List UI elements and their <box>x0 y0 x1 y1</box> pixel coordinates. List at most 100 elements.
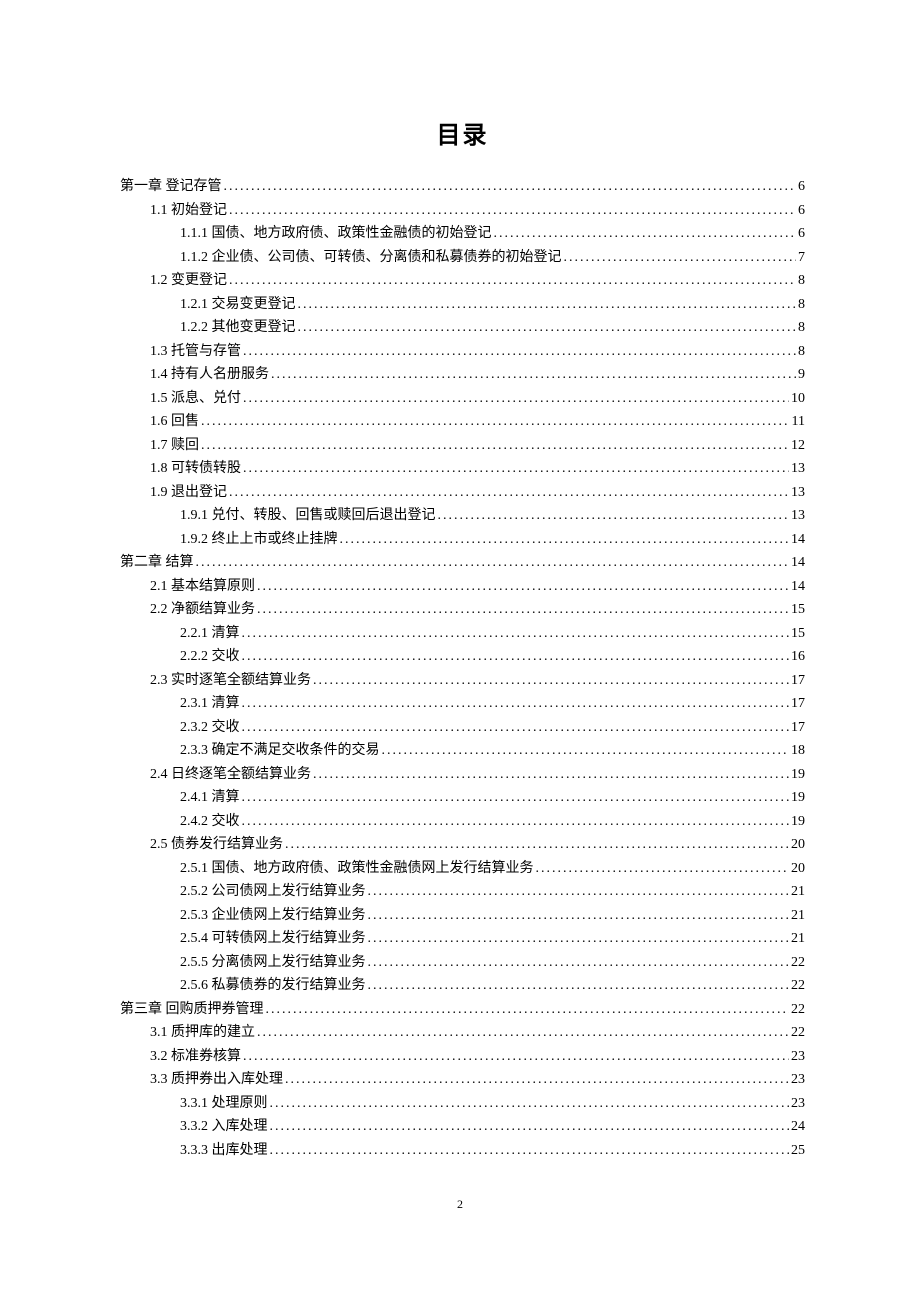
toc-entry[interactable]: 1.6 回售11 <box>120 415 805 429</box>
toc-entry[interactable]: 2.4 日终逐笔全额结算业务19 <box>120 768 805 782</box>
toc-entry-label: 1.1.2 企业债、公司债、可转债、分离债和私募债券的初始登记 <box>180 251 562 265</box>
toc-entry[interactable]: 1.7 赎回12 <box>120 439 805 453</box>
toc-entry-label: 3.2 标准券核算 <box>150 1050 241 1064</box>
toc-entry[interactable]: 2.3.1 清算17 <box>120 697 805 711</box>
toc-entry-page: 19 <box>791 791 805 805</box>
toc-leader-dots <box>270 1097 790 1111</box>
toc-entry-page: 6 <box>798 180 805 194</box>
toc-leader-dots <box>270 1144 790 1158</box>
toc-leader-dots <box>229 204 796 218</box>
toc-entry-page: 14 <box>791 556 805 570</box>
toc-entry[interactable]: 2.4.2 交收19 <box>120 815 805 829</box>
toc-entry-label: 2.5.3 企业债网上发行结算业务 <box>180 909 366 923</box>
toc-entry-page: 23 <box>791 1097 805 1111</box>
toc-entry-page: 20 <box>791 838 805 852</box>
toc-entry-label: 1.6 回售 <box>150 415 199 429</box>
toc-entry[interactable]: 2.5.3 企业债网上发行结算业务21 <box>120 909 805 923</box>
toc-entry[interactable]: 2.3.3 确定不满足交收条件的交易18 <box>120 744 805 758</box>
toc-entry[interactable]: 3.1 质押库的建立22 <box>120 1026 805 1040</box>
toc-entry-page: 21 <box>791 932 805 946</box>
toc-entry-label: 1.2.1 交易变更登记 <box>180 298 296 312</box>
toc-entry-page: 14 <box>791 533 805 547</box>
toc-entry[interactable]: 第一章 登记存管6 <box>120 180 805 194</box>
toc-entry[interactable]: 2.3 实时逐笔全额结算业务17 <box>120 674 805 688</box>
toc-entry-label: 1.1 初始登记 <box>150 204 227 218</box>
toc-leader-dots <box>494 227 797 241</box>
toc-entry[interactable]: 1.3 托管与存管8 <box>120 345 805 359</box>
toc-entry[interactable]: 2.5.6 私募债券的发行结算业务22 <box>120 979 805 993</box>
toc-entry[interactable]: 1.1.2 企业债、公司债、可转债、分离债和私募债券的初始登记 7 <box>120 251 805 265</box>
toc-entry-label: 2.5.5 分离债网上发行结算业务 <box>180 956 366 970</box>
toc-entry-page: 22 <box>791 1026 805 1040</box>
toc-leader-dots <box>313 768 789 782</box>
page-number: 2 <box>0 1197 920 1212</box>
toc-entry[interactable]: 3.3.1 处理原则23 <box>120 1097 805 1111</box>
toc-entry[interactable]: 第三章 回购质押券管理22 <box>120 1003 805 1017</box>
toc-entry[interactable]: 1.9 退出登记13 <box>120 486 805 500</box>
toc-entry-label: 2.5.1 国债、地方政府债、政策性金融债网上发行结算业务 <box>180 862 534 876</box>
toc-leader-dots <box>242 791 790 805</box>
toc-entry-page: 7 <box>798 251 805 265</box>
toc-entry-label: 2.5.2 公司债网上发行结算业务 <box>180 885 366 899</box>
toc-entry[interactable]: 1.2.1 交易变更登记8 <box>120 298 805 312</box>
toc-leader-dots <box>196 556 790 570</box>
toc-entry-label: 第三章 回购质押券管理 <box>120 1003 264 1017</box>
toc-entry-label: 2.3.3 确定不满足交收条件的交易 <box>180 744 380 758</box>
toc-leader-dots <box>340 533 790 547</box>
toc-leader-dots <box>229 274 796 288</box>
toc-entry-label: 2.3 实时逐笔全额结算业务 <box>150 674 311 688</box>
toc-entry[interactable]: 3.3.3 出库处理25 <box>120 1144 805 1158</box>
toc-entry-page: 25 <box>791 1144 805 1158</box>
toc-leader-dots <box>438 509 790 523</box>
toc-entry[interactable]: 2.2.1 清算15 <box>120 627 805 641</box>
toc-entry[interactable]: 第二章 结算 14 <box>120 556 805 570</box>
toc-entry-page: 23 <box>791 1050 805 1064</box>
toc-entry-page: 24 <box>791 1120 805 1134</box>
toc-entry-page: 8 <box>798 274 805 288</box>
toc-entry[interactable]: 2.5.1 国债、地方政府债、政策性金融债网上发行结算业务20 <box>120 862 805 876</box>
toc-entry[interactable]: 2.5.2 公司债网上发行结算业务21 <box>120 885 805 899</box>
toc-entry-label: 2.4.1 清算 <box>180 791 240 805</box>
toc-entry[interactable]: 1.2.2 其他变更登记8 <box>120 321 805 335</box>
toc-entry[interactable]: 3.2 标准券核算 23 <box>120 1050 805 1064</box>
toc-entry[interactable]: 2.4.1 清算 19 <box>120 791 805 805</box>
toc-entry[interactable]: 2.5.4 可转债网上发行结算业务21 <box>120 932 805 946</box>
toc-leader-dots <box>368 909 790 923</box>
toc-entry-page: 19 <box>791 768 805 782</box>
toc-entry[interactable]: 3.3 质押券出入库处理23 <box>120 1073 805 1087</box>
toc-entry[interactable]: 2.5 债券发行结算业务20 <box>120 838 805 852</box>
toc-entry[interactable]: 2.2 净额结算业务15 <box>120 603 805 617</box>
toc-entry-page: 6 <box>798 204 805 218</box>
toc-leader-dots <box>224 180 797 194</box>
toc-entry-label: 2.5.6 私募债券的发行结算业务 <box>180 979 366 993</box>
toc-entry-label: 2.3.2 交收 <box>180 721 240 735</box>
toc-entry[interactable]: 2.3.2 交收17 <box>120 721 805 735</box>
toc-entry-label: 1.5 派息、兑付 <box>150 392 241 406</box>
toc-entry-label: 2.4.2 交收 <box>180 815 240 829</box>
toc-entry[interactable]: 3.3.2 入库处理24 <box>120 1120 805 1134</box>
toc-entry-label: 第二章 结算 <box>120 556 194 570</box>
toc-entry-label: 1.2.2 其他变更登记 <box>180 321 296 335</box>
toc-leader-dots <box>201 415 790 429</box>
toc-leader-dots <box>536 862 790 876</box>
toc-entry[interactable]: 1.1 初始登记 6 <box>120 204 805 218</box>
toc-entry[interactable]: 2.1 基本结算原则14 <box>120 580 805 594</box>
toc-entry-page: 12 <box>791 439 805 453</box>
toc-entry[interactable]: 2.5.5 分离债网上发行结算业务22 <box>120 956 805 970</box>
toc-leader-dots <box>243 462 789 476</box>
toc-entry[interactable]: 1.8 可转债转股13 <box>120 462 805 476</box>
toc-entry[interactable]: 1.4 持有人名册服务9 <box>120 368 805 382</box>
toc-entry[interactable]: 1.9.2 终止上市或终止挂牌14 <box>120 533 805 547</box>
toc-leader-dots <box>266 1003 790 1017</box>
toc-entry-label: 1.1.1 国债、地方政府债、政策性金融债的初始登记 <box>180 227 492 241</box>
toc-leader-dots <box>368 956 790 970</box>
document-page: 目录 第一章 登记存管61.1 初始登记61.1.1 国债、地方政府债、政策性金… <box>0 0 920 1158</box>
toc-leader-dots <box>243 392 789 406</box>
toc-entry[interactable]: 2.2.2 交收16 <box>120 650 805 664</box>
toc-entry[interactable]: 1.9.1 兑付、转股、回售或赎回后退出登记13 <box>120 509 805 523</box>
toc-entry[interactable]: 1.2 变更登记 8 <box>120 274 805 288</box>
toc-entry[interactable]: 1.5 派息、兑付10 <box>120 392 805 406</box>
toc-entry[interactable]: 1.1.1 国债、地方政府债、政策性金融债的初始登记6 <box>120 227 805 241</box>
toc-entry-label: 2.2 净额结算业务 <box>150 603 255 617</box>
toc-entry-label: 1.2 变更登记 <box>150 274 227 288</box>
